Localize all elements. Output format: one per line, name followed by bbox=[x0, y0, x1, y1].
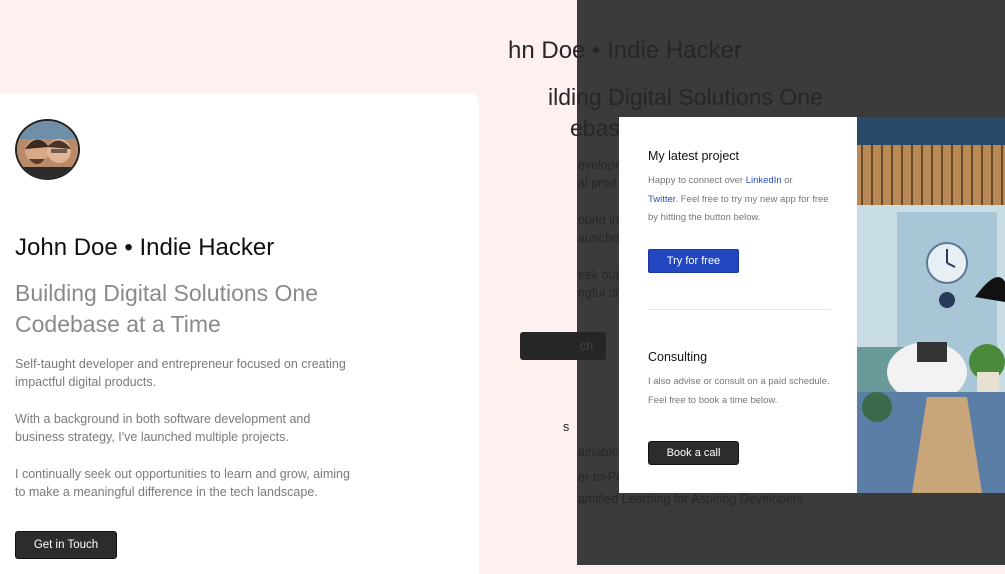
avatar bbox=[15, 119, 80, 180]
bio-paragraph-1: Self-taught developer and entrepreneur f… bbox=[15, 357, 346, 389]
ghost-line: al prod bbox=[578, 176, 617, 190]
linkedin-link[interactable]: LinkedIn bbox=[746, 175, 782, 186]
ghost-line: er-to-Pe bbox=[578, 470, 624, 484]
project-text-post: . Feel free to try my new app for free b… bbox=[648, 193, 829, 224]
twitter-link[interactable]: Twitter bbox=[648, 194, 675, 205]
ghost-name: hn Doe • Indie Hacker bbox=[508, 37, 742, 64]
project-text: Happy to connect over LinkedIn or Twitte… bbox=[648, 172, 833, 228]
modal-divider bbox=[648, 309, 830, 310]
consulting-title: Consulting bbox=[648, 350, 708, 364]
office-photo bbox=[857, 117, 1005, 493]
project-text-pre: Happy to connect over bbox=[648, 175, 746, 186]
modal-panel: My latest project Happy to connect over … bbox=[619, 117, 857, 493]
ghost-line: aunche bbox=[578, 231, 620, 245]
profile-tagline: Building Digital Solutions One Codebase … bbox=[15, 280, 319, 337]
bio-paragraph-3: I continually seek out opportunities to … bbox=[15, 467, 350, 499]
profile-name: John Doe • Indie Hacker bbox=[15, 234, 275, 261]
try-for-free-button[interactable]: Try for free bbox=[648, 249, 739, 273]
ghost-line: s bbox=[563, 420, 570, 434]
ghost-button-text: ch bbox=[580, 339, 594, 353]
ghost-line: ound in bbox=[578, 213, 620, 227]
get-in-touch-button[interactable]: Get in Touch bbox=[15, 531, 117, 559]
ghost-line: eek out bbox=[578, 268, 620, 282]
project-text-or: or bbox=[781, 175, 793, 186]
bio-paragraph-2: With a background in both software devel… bbox=[15, 412, 311, 444]
ghost-line: ngful dif bbox=[578, 286, 622, 300]
ghost-line: amified Learning for Aspiring Developers bbox=[578, 492, 804, 506]
project-title: My latest project bbox=[648, 149, 740, 163]
consulting-text: I also advise or consult on a paid sched… bbox=[648, 376, 830, 406]
book-a-call-button[interactable]: Book a call bbox=[648, 441, 739, 465]
ghost-tagline-1: ilding Digital Solutions One bbox=[548, 84, 823, 110]
